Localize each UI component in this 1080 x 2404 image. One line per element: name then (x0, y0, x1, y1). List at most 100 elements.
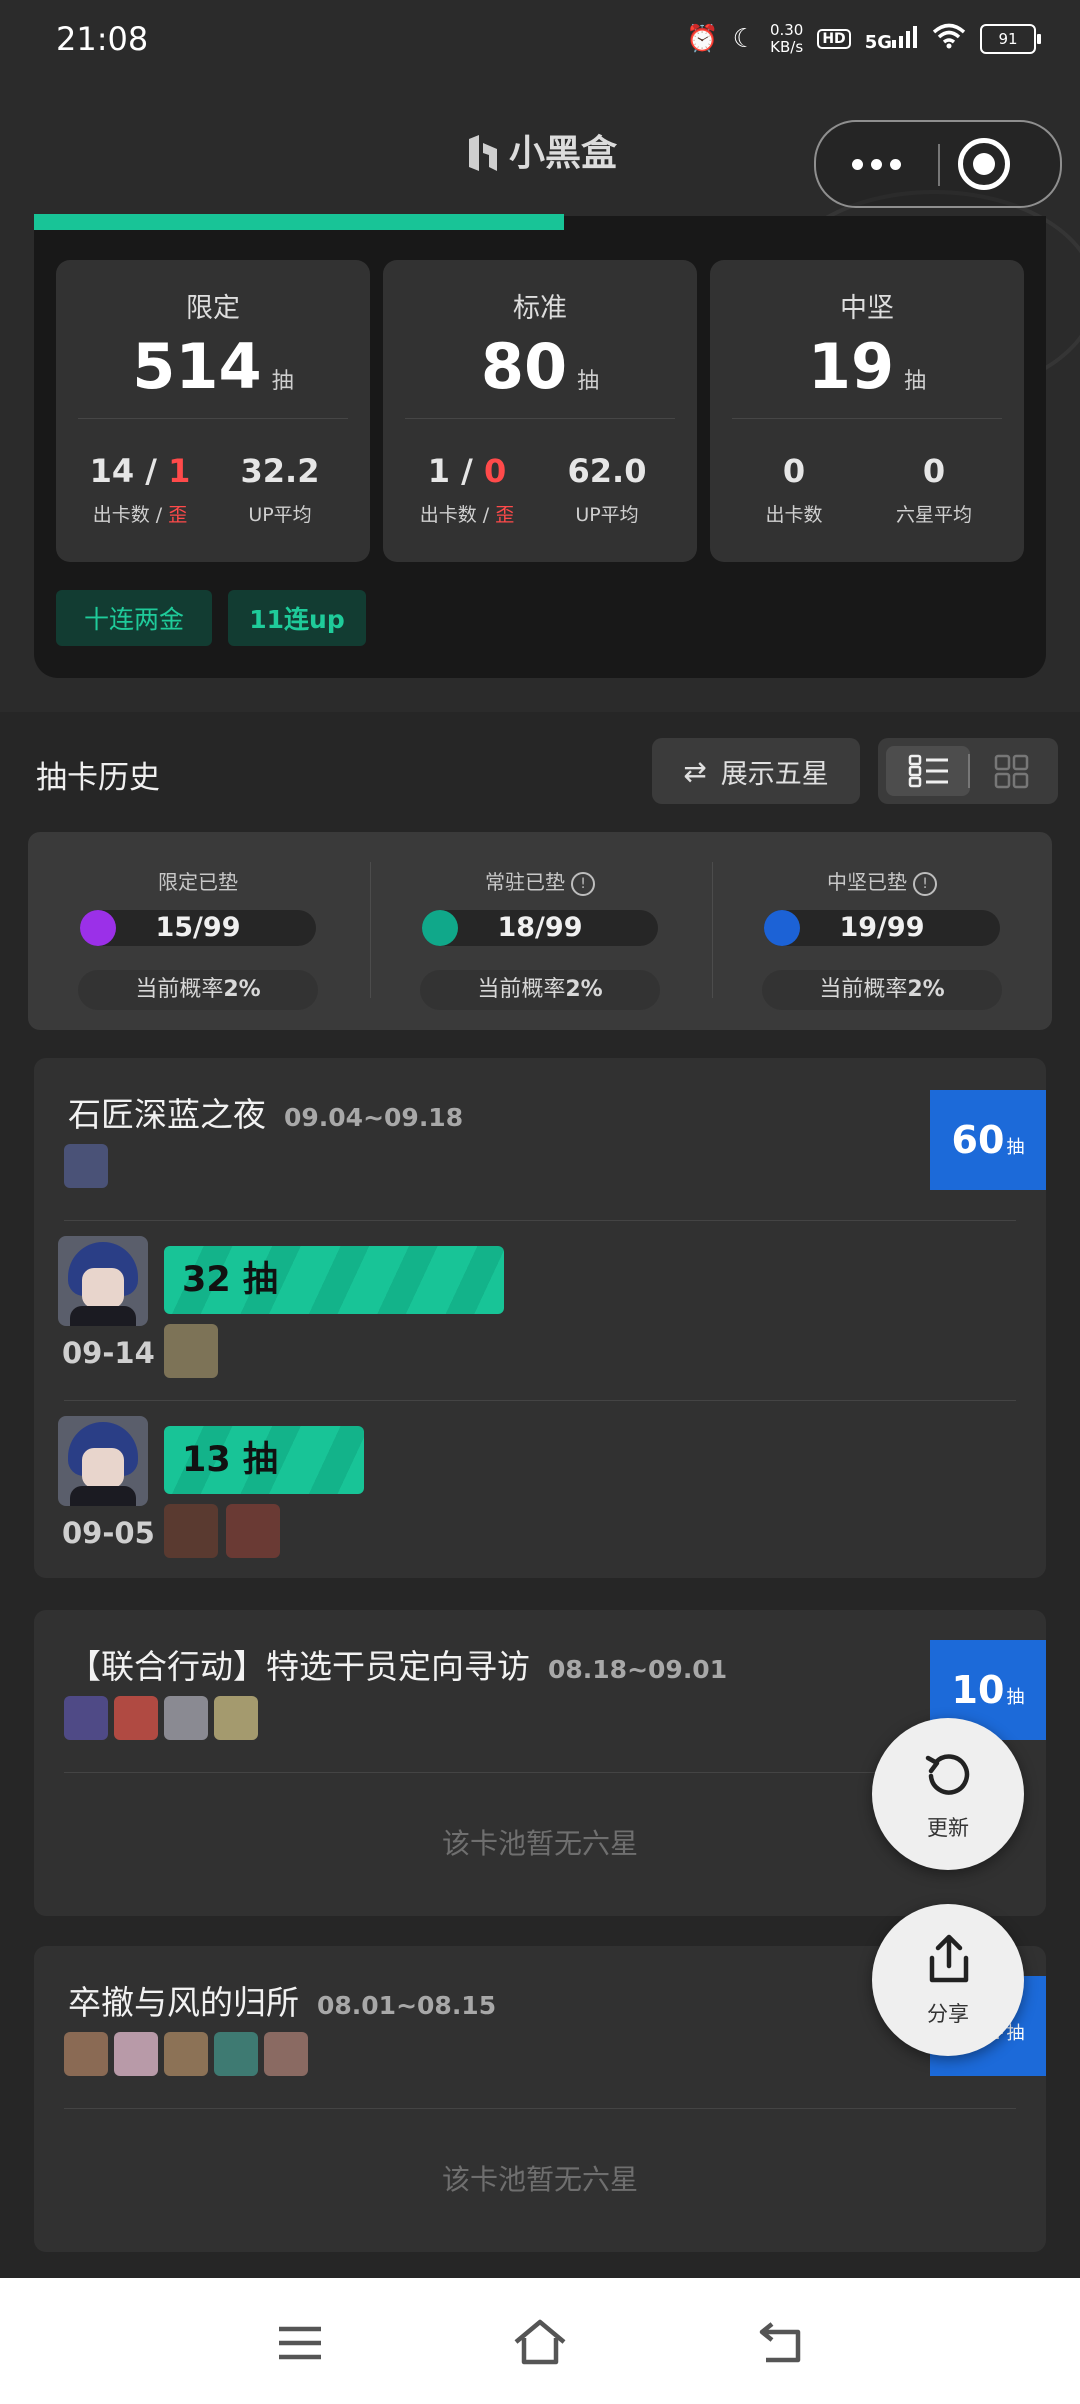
banner-count: 60 (951, 1118, 1005, 1162)
pool-stat-midcore[interactable]: 中坚 19 抽 0 出卡数 0 六星平均 (710, 260, 1024, 562)
banner-count-badge: 60 抽 (930, 1090, 1046, 1190)
close-miniprogram-icon[interactable] (958, 138, 1010, 190)
pool-count: 514 抽 (56, 330, 370, 403)
history-title: 抽卡历史 (36, 760, 160, 796)
rate-value: 2% (907, 977, 945, 1002)
stat-separator (732, 418, 1002, 419)
stat-six-star-average: 0 六星平均 (864, 452, 1004, 527)
more-menu-icon[interactable] (816, 122, 936, 206)
banner-count: 10 (951, 1668, 1005, 1712)
net-speed-value: 0.30 (769, 21, 804, 39)
banner-name: 卒撤与风的归所 (68, 1983, 299, 2022)
operator-mini-avatar (264, 2032, 308, 2076)
off-banner-label: 歪 (168, 504, 188, 526)
up-average-value: 62.0 (567, 452, 647, 490)
operator-mini-avatar (64, 1144, 108, 1188)
pool-stat-limited[interactable]: 限定 514 抽 14 / 1 出卡数 / 歪 32.2 UP平均 (56, 260, 370, 562)
operator-mini-avatar (214, 1696, 258, 1740)
off-banner-count: 1 (168, 452, 191, 490)
share-button[interactable]: 分享 (872, 1904, 1024, 2056)
obtained-count: 1 (427, 452, 451, 490)
wifi-icon (932, 23, 966, 56)
pity-card: 限定已垫 15/99 当前概率2% 常驻已垫! 18/99 当前概率2% 中坚已… (28, 832, 1052, 1030)
info-icon[interactable]: ! (913, 871, 937, 896)
off-banner-count: 0 (483, 452, 507, 490)
pool-count-unit: 抽 (271, 369, 294, 394)
refresh-icon (925, 1754, 970, 1795)
battery-level: 91 (998, 30, 1018, 48)
off-banner-label: 歪 (495, 504, 515, 526)
six-star-average-label: 六星平均 (895, 504, 972, 526)
divider (64, 2108, 1016, 2109)
pity-value: 15/99 (155, 912, 241, 943)
obtained-count: 14 (89, 452, 135, 490)
operator-mini-avatar (64, 1696, 108, 1740)
value-separator: / (450, 452, 484, 490)
pool-stat-standard[interactable]: 标准 80 抽 1 / 0 出卡数 / 歪 62.0 UP平均 (383, 260, 697, 562)
status-time: 21:08 (56, 20, 149, 58)
banner-date: 08.18~09.01 (548, 1655, 728, 1684)
pity-rate: 当前概率2% (420, 970, 660, 1010)
divider (64, 1772, 1016, 1773)
back-icon[interactable] (756, 2320, 806, 2364)
pool-count-value: 19 (807, 330, 895, 403)
pity-label-text: 中坚已垫 (827, 870, 907, 894)
stat-separator (78, 418, 348, 419)
stat-up-average: 62.0 UP平均 (537, 452, 677, 527)
operator-mini-avatar (64, 2032, 108, 2076)
pull-count-bar: 32 抽 (164, 1246, 504, 1314)
pool-count: 19 抽 (710, 330, 1024, 403)
banner-title: 【联合行动】特选干员定向寻访 08.18~09.01 (68, 1640, 727, 1688)
battery-icon: 91 (980, 24, 1041, 54)
net-speed: 0.30 KB/s (770, 22, 803, 56)
obtained-count: 0 (782, 452, 806, 490)
divider (64, 1400, 1016, 1401)
pity-standard: 常驻已垫! 18/99 当前概率2% (370, 832, 710, 1030)
obtained-label: 出卡数 / (419, 504, 496, 526)
pool-count-value: 514 (132, 330, 262, 403)
six-star-average-value: 0 (922, 452, 946, 490)
list-view-button[interactable] (886, 746, 970, 796)
grid-view-button[interactable] (976, 746, 1052, 796)
divider (64, 1220, 1016, 1221)
hd-icon: HD (817, 29, 851, 49)
heybox-logo-icon (468, 135, 497, 171)
pool-count-unit: 抽 (577, 369, 600, 394)
status-icons: ⏰ ☾ 0.30 KB/s HD 5G 91 (686, 22, 1041, 56)
summary-progress-bar (34, 214, 564, 230)
pity-value: 18/99 (497, 912, 583, 943)
operator-mini-avatar (164, 2032, 208, 2076)
pity-rate: 当前概率2% (78, 970, 318, 1010)
banner-card[interactable]: 石匠深蓝之夜 09.04~09.18 60 抽 32 抽 09-14 13 抽 09… (34, 1058, 1046, 1578)
stat-up-average: 32.2 UP平均 (210, 452, 350, 527)
rate-label: 当前概率 (135, 977, 224, 1002)
menu-icon[interactable] (276, 2324, 324, 2362)
operator-mini-avatar (214, 2032, 258, 2076)
stat-obtained: 1 / 0 出卡数 / 歪 (397, 452, 537, 527)
share-icon (929, 1934, 969, 1983)
up-average-label: UP平均 (248, 504, 312, 526)
pity-label-text: 常驻已垫 (485, 870, 565, 894)
mini-program-capsule (814, 120, 1062, 208)
home-icon[interactable] (512, 2318, 568, 2366)
net-speed-unit: KB/s (770, 38, 804, 56)
stat-separator (405, 418, 675, 419)
tag-eleven-up: 11连up (228, 590, 366, 646)
pity-label: 中坚已垫! (712, 866, 1052, 896)
swap-icon: ⇄ (683, 754, 707, 788)
banner-count-unit: 抽 (1006, 1687, 1025, 1708)
up-average-label: UP平均 (575, 504, 639, 526)
obtained-label: 出卡数 / (92, 504, 169, 526)
moon-icon: ☾ (732, 24, 756, 54)
pity-bar: 19/99 (764, 910, 1000, 946)
refresh-button[interactable]: 更新 (872, 1718, 1024, 1870)
rate-label: 当前概率 (477, 977, 566, 1002)
info-icon[interactable]: ! (571, 871, 595, 896)
show-five-star-button[interactable]: ⇄ 展示五星 (652, 738, 860, 804)
five-star-mini-avatar (226, 1504, 280, 1558)
show-five-star-label: 展示五星 (720, 758, 829, 790)
pity-limited: 限定已垫 15/99 当前概率2% (28, 832, 368, 1030)
rate-value: 2% (565, 977, 603, 1002)
toggle-divider (968, 754, 970, 788)
pull-date: 09-14 (62, 1336, 155, 1370)
